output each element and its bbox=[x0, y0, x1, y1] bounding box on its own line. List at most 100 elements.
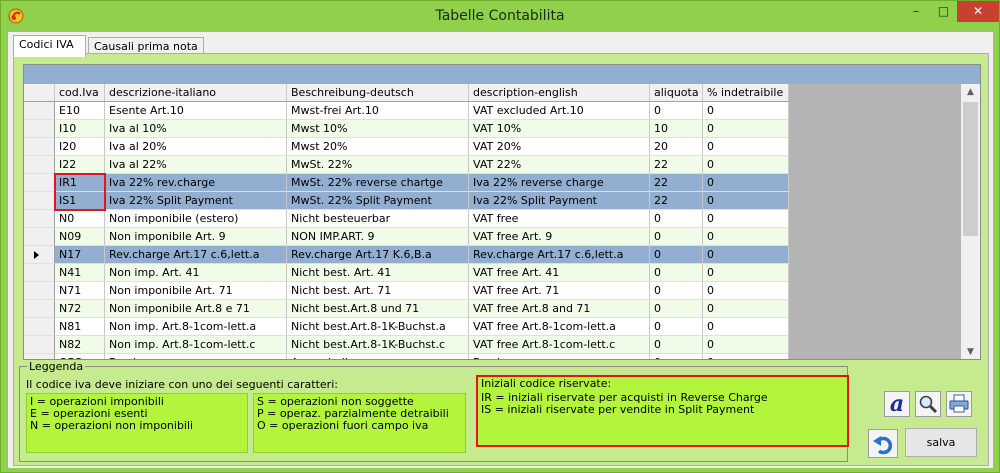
column-header[interactable]: % indetraibile bbox=[703, 84, 789, 101]
table-cell[interactable]: VAT free Art. 71 bbox=[469, 282, 650, 300]
table-cell[interactable]: Non imponibile Art. 71 bbox=[105, 282, 287, 300]
table-cell[interactable]: IS1 bbox=[55, 192, 105, 210]
table-cell[interactable]: Nicht best.Art.8-1K-Buchst.c bbox=[287, 336, 469, 354]
table-cell[interactable]: I20 bbox=[55, 138, 105, 156]
table-cell[interactable]: Fuori campo bbox=[469, 354, 650, 359]
table-row[interactable]: OFCFuori campoAusserhalbFuori campo00 bbox=[24, 354, 789, 359]
table-cell[interactable]: 0 bbox=[703, 336, 789, 354]
table-row[interactable]: I22 Iva al 22% MwSt. 22% VAT 22% 22 0 bbox=[24, 156, 789, 174]
table-cell[interactable]: I10 bbox=[55, 120, 105, 138]
table-cell[interactable]: VAT free Art.8-1com-lett.a bbox=[469, 318, 650, 336]
tab-codici-iva[interactable]: Codici IVA bbox=[13, 35, 86, 57]
row-selector[interactable] bbox=[24, 246, 55, 264]
table-cell[interactable]: MwSt. 22% reverse chartge bbox=[287, 174, 469, 192]
save-button[interactable]: salva bbox=[905, 428, 977, 457]
table-cell[interactable]: 0 bbox=[650, 264, 703, 282]
table-cell[interactable]: N82 bbox=[55, 336, 105, 354]
table-cell[interactable]: Iva al 20% bbox=[105, 138, 287, 156]
row-selector[interactable] bbox=[24, 156, 55, 174]
table-cell[interactable]: VAT 10% bbox=[469, 120, 650, 138]
table-cell[interactable]: N17 bbox=[55, 246, 105, 264]
table-cell[interactable]: MwSt. 22% Split Payment bbox=[287, 192, 469, 210]
table-cell[interactable]: 20 bbox=[650, 138, 703, 156]
table-cell[interactable]: MwSt. 22% bbox=[287, 156, 469, 174]
close-button[interactable]: ✕ bbox=[957, 1, 999, 22]
table-cell[interactable]: 22 bbox=[650, 156, 703, 174]
scroll-up-icon[interactable]: ▲ bbox=[961, 84, 980, 101]
table-cell[interactable]: Nicht best. Art. 41 bbox=[287, 264, 469, 282]
table-cell[interactable]: 0 bbox=[650, 282, 703, 300]
table-cell[interactable]: Fuori campo bbox=[105, 354, 287, 359]
table-cell[interactable]: I22 bbox=[55, 156, 105, 174]
table-row[interactable]: E10 Esente Art.10 Mwst-frei Art.10 VAT excl… bbox=[24, 102, 789, 120]
scroll-down-icon[interactable]: ▼ bbox=[961, 344, 980, 359]
table-cell[interactable]: VAT 20% bbox=[469, 138, 650, 156]
table-cell[interactable]: Iva 22% Split Payment bbox=[469, 192, 650, 210]
table-cell[interactable]: 0 bbox=[703, 120, 789, 138]
row-selector[interactable] bbox=[24, 228, 55, 246]
table-cell[interactable]: 0 bbox=[703, 228, 789, 246]
table-cell[interactable]: Nicht best.Art.8 und 71 bbox=[287, 300, 469, 318]
table-cell[interactable]: VAT free Art.8-1com-lett.c bbox=[469, 336, 650, 354]
table-cell[interactable]: 0 bbox=[650, 228, 703, 246]
table-cell[interactable]: VAT 22% bbox=[469, 156, 650, 174]
table-cell[interactable]: VAT free Art. 9 bbox=[469, 228, 650, 246]
column-header[interactable]: cod.Iva bbox=[55, 84, 105, 101]
undo-button[interactable] bbox=[868, 429, 898, 458]
table-cell[interactable]: Non imponibile (estero) bbox=[105, 210, 287, 228]
font-button[interactable]: a bbox=[884, 391, 910, 417]
table-cell[interactable]: 0 bbox=[650, 210, 703, 228]
table-cell[interactable]: N71 bbox=[55, 282, 105, 300]
table-cell[interactable]: 0 bbox=[703, 300, 789, 318]
table-row[interactable]: I10 Iva al 10% Mwst 10% VAT 10% 10 0 bbox=[24, 120, 789, 138]
table-cell[interactable]: 0 bbox=[650, 354, 703, 359]
table-cell[interactable]: 10 bbox=[650, 120, 703, 138]
table-cell[interactable]: E10 bbox=[55, 102, 105, 120]
table-cell[interactable]: VAT free Art. 41 bbox=[469, 264, 650, 282]
scroll-thumb[interactable] bbox=[963, 102, 978, 236]
table-cell[interactable]: 0 bbox=[703, 264, 789, 282]
table-cell[interactable]: 0 bbox=[703, 174, 789, 192]
table-cell[interactable]: 0 bbox=[650, 102, 703, 120]
vertical-scrollbar[interactable]: ▲ ▼ bbox=[961, 84, 980, 359]
table-cell[interactable]: VAT excluded Art.10 bbox=[469, 102, 650, 120]
table-row[interactable]: N41 Non imp. Art. 41 Nicht best. Art. 41 VA… bbox=[24, 264, 789, 282]
row-selector[interactable] bbox=[24, 300, 55, 318]
table-cell[interactable]: 0 bbox=[703, 192, 789, 210]
column-header[interactable]: descrizione-italiano bbox=[105, 84, 287, 101]
column-header[interactable]: description-english bbox=[469, 84, 650, 101]
print-button[interactable] bbox=[946, 391, 972, 417]
table-cell[interactable]: IR1 bbox=[55, 174, 105, 192]
title-bar[interactable]: Tabelle Contabilita – □ ✕ bbox=[1, 1, 999, 32]
table-cell[interactable]: VAT free bbox=[469, 210, 650, 228]
table-cell[interactable]: 0 bbox=[650, 336, 703, 354]
table-cell[interactable]: Mwst 10% bbox=[287, 120, 469, 138]
row-selector[interactable] bbox=[24, 264, 55, 282]
table-row[interactable]: N09 Non imponibile Art. 9 NON IMP.ART. 9 VA… bbox=[24, 228, 789, 246]
table-cell[interactable]: 0 bbox=[650, 246, 703, 264]
row-selector[interactable] bbox=[24, 336, 55, 354]
table-cell[interactable]: 0 bbox=[650, 300, 703, 318]
column-header[interactable]: aliquota bbox=[650, 84, 703, 101]
table-cell[interactable]: 0 bbox=[703, 318, 789, 336]
table-cell[interactable]: Iva 22% reverse charge bbox=[469, 174, 650, 192]
table-cell[interactable]: 0 bbox=[703, 210, 789, 228]
table-cell[interactable]: Iva 22% rev.charge bbox=[105, 174, 287, 192]
table-cell[interactable]: 22 bbox=[650, 192, 703, 210]
table-cell[interactable]: Non imp. Art.8-1com-lett.c bbox=[105, 336, 287, 354]
row-selector[interactable] bbox=[24, 318, 55, 336]
table-row[interactable]: IR1 Iva 22% rev.charge MwSt. 22% reverse c… bbox=[24, 174, 789, 192]
table-cell[interactable]: 0 bbox=[703, 156, 789, 174]
minimize-button[interactable]: – bbox=[902, 1, 930, 22]
row-selector[interactable] bbox=[24, 102, 55, 120]
row-selector[interactable] bbox=[24, 120, 55, 138]
table-cell[interactable]: Iva 22% Split Payment bbox=[105, 192, 287, 210]
table-cell[interactable]: Non imponibile Art. 9 bbox=[105, 228, 287, 246]
table-cell[interactable]: N81 bbox=[55, 318, 105, 336]
table-cell[interactable]: Ausserhalb bbox=[287, 354, 469, 359]
table-cell[interactable]: Esente Art.10 bbox=[105, 102, 287, 120]
table-cell[interactable]: Iva al 22% bbox=[105, 156, 287, 174]
table-cell[interactable]: VAT free Art.8 and 71 bbox=[469, 300, 650, 318]
table-cell[interactable]: Nicht besteuerbar bbox=[287, 210, 469, 228]
table-cell[interactable]: Rev.charge Art.17 c.6,lett.a bbox=[105, 246, 287, 264]
